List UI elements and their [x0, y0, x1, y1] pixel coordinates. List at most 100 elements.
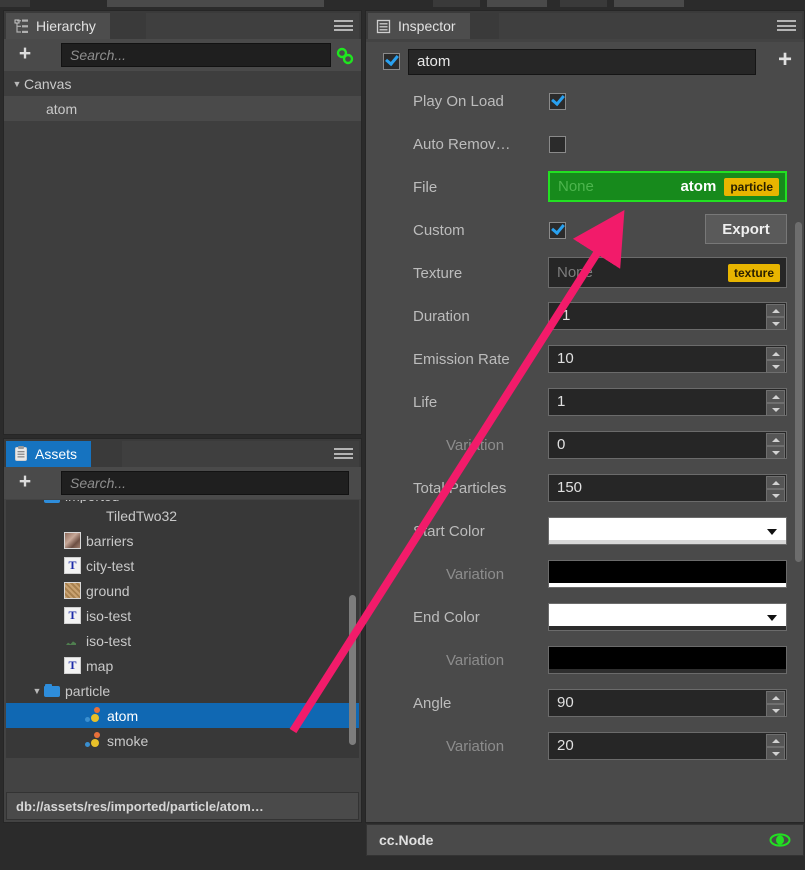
- spinner-up[interactable]: [766, 347, 785, 360]
- property-label: Total Particles: [413, 480, 507, 497]
- property-label: Angle: [413, 695, 452, 712]
- node-enabled-checkbox[interactable]: [383, 53, 400, 70]
- spinner-down[interactable]: [766, 317, 785, 330]
- eye-visible-icon[interactable]: [769, 833, 791, 847]
- asset-item[interactable]: barriers: [6, 528, 359, 553]
- spinner-up[interactable]: [766, 734, 785, 747]
- chevron-down-icon[interactable]: ▼: [10, 71, 24, 96]
- spinner-up[interactable]: [766, 433, 785, 446]
- asset-item[interactable]: atom: [6, 703, 359, 728]
- chevron-down-icon[interactable]: [767, 529, 777, 535]
- spinner-down[interactable]: [766, 446, 785, 459]
- property-label: Variation: [446, 437, 505, 454]
- tilemap-icon: [64, 657, 81, 674]
- spinner[interactable]: [766, 691, 785, 717]
- property-color-swatch[interactable]: [548, 603, 787, 631]
- spinner-up[interactable]: [766, 304, 785, 317]
- assets-scrollbar-thumb[interactable]: [349, 595, 356, 745]
- asset-item[interactable]: iso-test: [6, 628, 359, 653]
- assets-tree[interactable]: ▼importedTiledTwo32barrierscity-testgrou…: [6, 500, 359, 758]
- spinner[interactable]: [766, 390, 785, 416]
- chevron-down-icon[interactable]: ▼: [30, 678, 44, 703]
- asset-item[interactable]: smoke: [6, 728, 359, 753]
- spinner-down[interactable]: [766, 704, 785, 717]
- node-name-input[interactable]: atom: [408, 49, 756, 75]
- tab-assets[interactable]: Assets: [6, 441, 92, 467]
- property-number-input[interactable]: -1: [548, 302, 787, 330]
- property-label: End Color: [413, 609, 480, 626]
- spinner-up[interactable]: [766, 390, 785, 403]
- property-row: Emission Rate 10: [366, 338, 804, 381]
- chevron-right-icon[interactable]: ▶: [50, 753, 64, 758]
- export-button[interactable]: Export: [705, 214, 787, 244]
- assets-search-input[interactable]: Search...: [61, 471, 349, 495]
- spinner-down[interactable]: [766, 747, 785, 760]
- spinner-up[interactable]: [766, 691, 785, 704]
- property-row: Auto Remov…: [366, 123, 804, 166]
- property-value: 1: [557, 393, 566, 410]
- property-number-input[interactable]: 1: [548, 388, 787, 416]
- property-number-input[interactable]: 150: [548, 474, 787, 502]
- tab-hierarchy[interactable]: Hierarchy: [6, 13, 110, 39]
- spinner-down[interactable]: [766, 403, 785, 416]
- asset-item[interactable]: map: [6, 653, 359, 678]
- asset-name: atom: [680, 178, 717, 195]
- spinner-down[interactable]: [766, 360, 785, 373]
- assets-menu-icon[interactable]: [334, 448, 353, 459]
- spinner[interactable]: [766, 347, 785, 373]
- asset-item-label: particle: [65, 682, 111, 699]
- property-color-swatch[interactable]: [548, 646, 787, 674]
- assets-scrollbar[interactable]: [349, 500, 358, 758]
- hierarchy-search-input[interactable]: Search...: [61, 43, 331, 67]
- property-number-input[interactable]: 0: [548, 431, 787, 459]
- property-checkbox[interactable]: [549, 93, 566, 110]
- spinner-up[interactable]: [766, 476, 785, 489]
- property-label: File: [413, 179, 438, 196]
- asset-item[interactable]: city-test: [6, 553, 359, 578]
- property-color-swatch[interactable]: [548, 517, 787, 545]
- property-asset-dropfield[interactable]: None texture: [548, 257, 787, 288]
- property-label: Emission Rate: [413, 351, 510, 368]
- spinner[interactable]: [766, 476, 785, 502]
- blank-icon: [84, 507, 101, 524]
- property-number-input[interactable]: 20: [548, 732, 787, 760]
- property-number-input[interactable]: 90: [548, 689, 787, 717]
- spinner[interactable]: [766, 304, 785, 330]
- hierarchy-tree[interactable]: ▼ Canvas atom: [4, 71, 361, 434]
- asset-item[interactable]: ▶ smoke: [6, 753, 359, 759]
- property-list: Play On Load Auto Remov… File None atom parti…: [366, 80, 804, 768]
- inspector-scrollbar-thumb[interactable]: [795, 222, 802, 562]
- add-component-button[interactable]: +: [774, 48, 796, 72]
- spinner[interactable]: [766, 734, 785, 760]
- hierarchy-node-atom[interactable]: atom: [4, 96, 361, 121]
- chevron-down-icon[interactable]: [767, 615, 777, 621]
- property-color-swatch[interactable]: [548, 560, 787, 588]
- asset-item[interactable]: TiledTwo32: [6, 503, 359, 528]
- hierarchy-menu-icon[interactable]: [334, 20, 353, 31]
- property-row: Variation: [366, 639, 804, 682]
- spinner[interactable]: [766, 433, 785, 459]
- asset-placeholder: None: [558, 178, 594, 195]
- assets-create-button[interactable]: +: [16, 471, 34, 492]
- asset-item-label: TiledTwo32: [106, 507, 178, 524]
- property-checkbox[interactable]: [549, 222, 566, 239]
- hierarchy-search-row: + Search...: [4, 39, 361, 71]
- tab-inspector[interactable]: Inspector: [368, 13, 470, 39]
- property-checkbox[interactable]: [549, 136, 566, 153]
- property-number-input[interactable]: 10: [548, 345, 787, 373]
- asset-item[interactable]: ground: [6, 578, 359, 603]
- hierarchy-add-node-button[interactable]: +: [16, 43, 34, 64]
- asset-item[interactable]: ▼ particle: [6, 678, 359, 703]
- property-asset-dropfield[interactable]: None atom particle: [548, 171, 787, 202]
- hierarchy-node-canvas[interactable]: ▼ Canvas: [4, 71, 361, 96]
- chain-link-icon[interactable]: [335, 47, 355, 65]
- toolbar-fragment: [487, 0, 547, 7]
- spinner-down[interactable]: [766, 489, 785, 502]
- asset-item[interactable]: iso-test: [6, 603, 359, 628]
- inspector-menu-icon[interactable]: [777, 20, 796, 31]
- property-label: Variation: [446, 652, 505, 669]
- assets-clipboard-icon: [14, 446, 28, 462]
- property-label: Texture: [413, 265, 463, 282]
- assets-panel: Assets + Search... ▼importedTiledTwo32ba…: [3, 438, 362, 823]
